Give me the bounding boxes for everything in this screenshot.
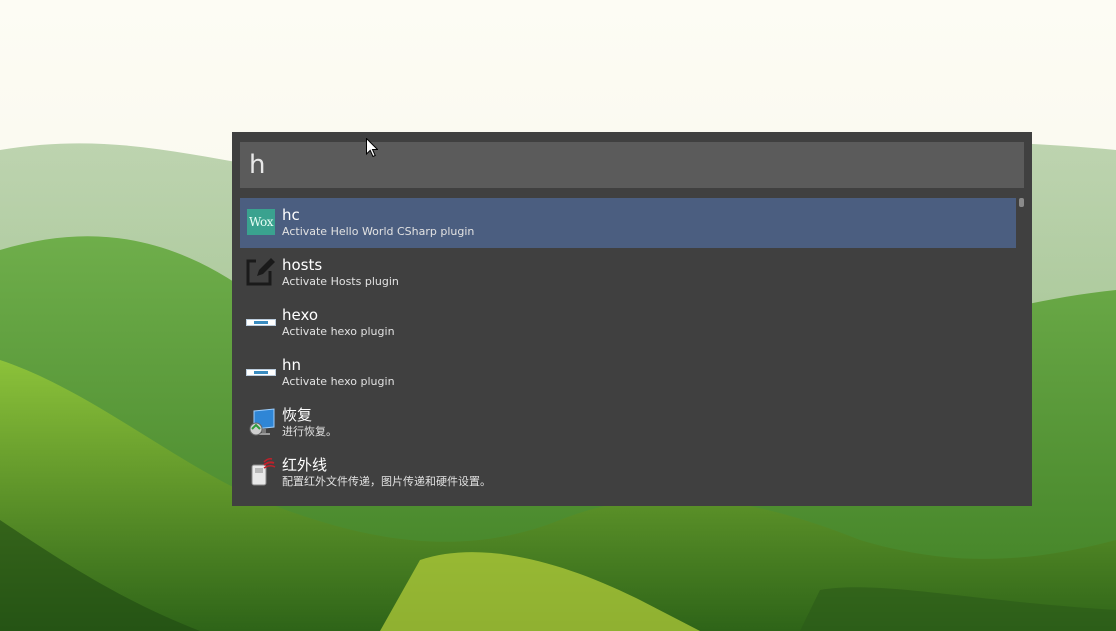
result-subtitle: Activate hexo plugin [282, 375, 395, 388]
result-title: 红外线 [282, 456, 328, 474]
result-subtitle: 进行恢复。 [282, 425, 337, 438]
result-title: hc [282, 206, 300, 224]
mouse-cursor-icon [366, 138, 378, 158]
recovery-icon [246, 407, 276, 437]
results-list: Wox hc Activate Hello World CSharp plugi… [240, 198, 1016, 506]
launcher-window: h Wox hc Activate Hello World CSharp plu… [232, 132, 1032, 506]
search-input[interactable]: h [240, 142, 1024, 188]
result-item-hn[interactable]: hn Activate hexo plugin [240, 348, 1016, 398]
result-item-infrared[interactable]: 红外线 配置红外文件传递，图片传递和硬件设置。 [240, 448, 1016, 498]
result-item-hc[interactable]: Wox hc Activate Hello World CSharp plugi… [240, 198, 1016, 248]
result-item-recovery[interactable]: 恢复 进行恢复。 [240, 398, 1016, 448]
result-item-hosts[interactable]: hosts Activate Hosts plugin [240, 248, 1016, 298]
result-subtitle: Activate Hello World CSharp plugin [282, 225, 475, 238]
result-item-hexo[interactable]: hexo Activate hexo plugin [240, 298, 1016, 348]
result-subtitle: Activate hexo plugin [282, 325, 395, 338]
result-subtitle: Activate Hosts plugin [282, 275, 399, 288]
result-title: hexo [282, 306, 319, 324]
result-title: 恢复 [282, 406, 313, 424]
hexo-logo-icon [246, 357, 276, 387]
hexo-logo-icon [246, 307, 276, 337]
infrared-icon [246, 457, 276, 487]
result-subtitle: 配置红外文件传递，图片传递和硬件设置。 [282, 475, 491, 488]
result-title: hn [282, 356, 302, 374]
edit-icon [246, 257, 276, 287]
wox-logo-icon: Wox [246, 207, 276, 237]
results-scrollbar[interactable] [1019, 198, 1024, 207]
result-title: hosts [282, 256, 323, 274]
